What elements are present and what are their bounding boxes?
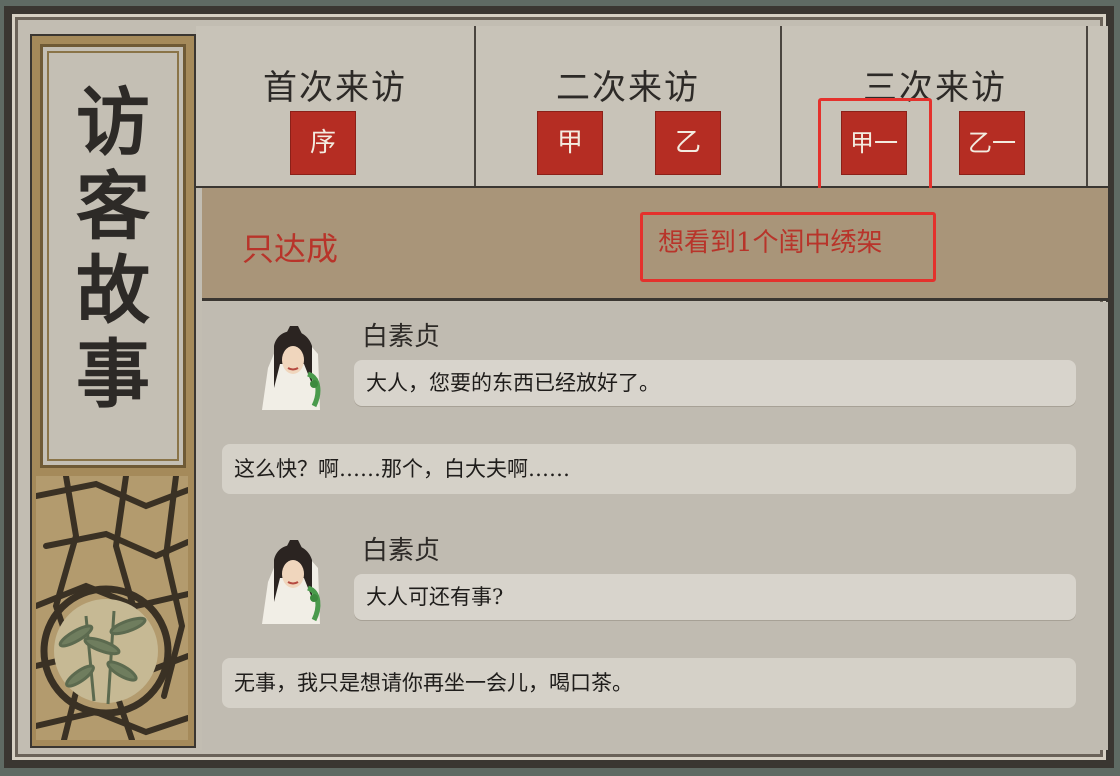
main-content: 首次来访 序 二次来访 甲 乙 三次来访 甲一 乙一 只达成 想看到1个闺中绣架 [196,26,1108,750]
visit-title-second: 二次来访 [556,68,700,108]
speaker-name: 白素贞 [362,536,441,566]
dialogue-log[interactable]: 白素贞 大人，您要的东西已经放好了。 这么快？啊……那个，白大夫啊…… 白素贞 … [202,302,1108,750]
visit-button-jia[interactable]: 甲 [538,112,602,174]
player-reply: 无事，我只是想请你再坐一会儿，喝口茶。 [222,658,1076,708]
requirement-label: 只达成 [242,230,339,268]
highlight-requirement [640,212,936,282]
visit-button-yi-yi[interactable]: 乙一 [960,112,1024,174]
speaker-name: 白素贞 [362,322,441,352]
column-divider [1086,26,1088,186]
speaker-line: 大人可还有事? [354,574,1076,620]
player-reply: 这么快？啊……那个，白大夫啊…… [222,444,1076,494]
visit-column-second: 二次来访 甲 乙 [476,26,780,186]
highlight-selected-visit [818,98,932,194]
lattice-ornament-icon [36,476,188,740]
speaker-avatar-icon [248,538,334,626]
visit-button-prologue[interactable]: 序 [291,112,355,174]
speaker-avatar-icon [248,324,334,412]
visit-button-yi[interactable]: 乙 [656,112,720,174]
visit-column-first: 首次来访 序 [196,26,474,186]
visit-tabs: 首次来访 序 二次来访 甲 乙 三次来访 甲一 乙一 [196,26,1108,188]
panel-title: 访 客 故 事 [76,80,150,418]
title-plaque: 访 客 故 事 [40,44,186,468]
title-panel: 访 客 故 事 [30,34,196,748]
speaker-line: 大人，您要的东西已经放好了。 [354,360,1076,406]
visit-title-first: 首次来访 [263,68,407,108]
